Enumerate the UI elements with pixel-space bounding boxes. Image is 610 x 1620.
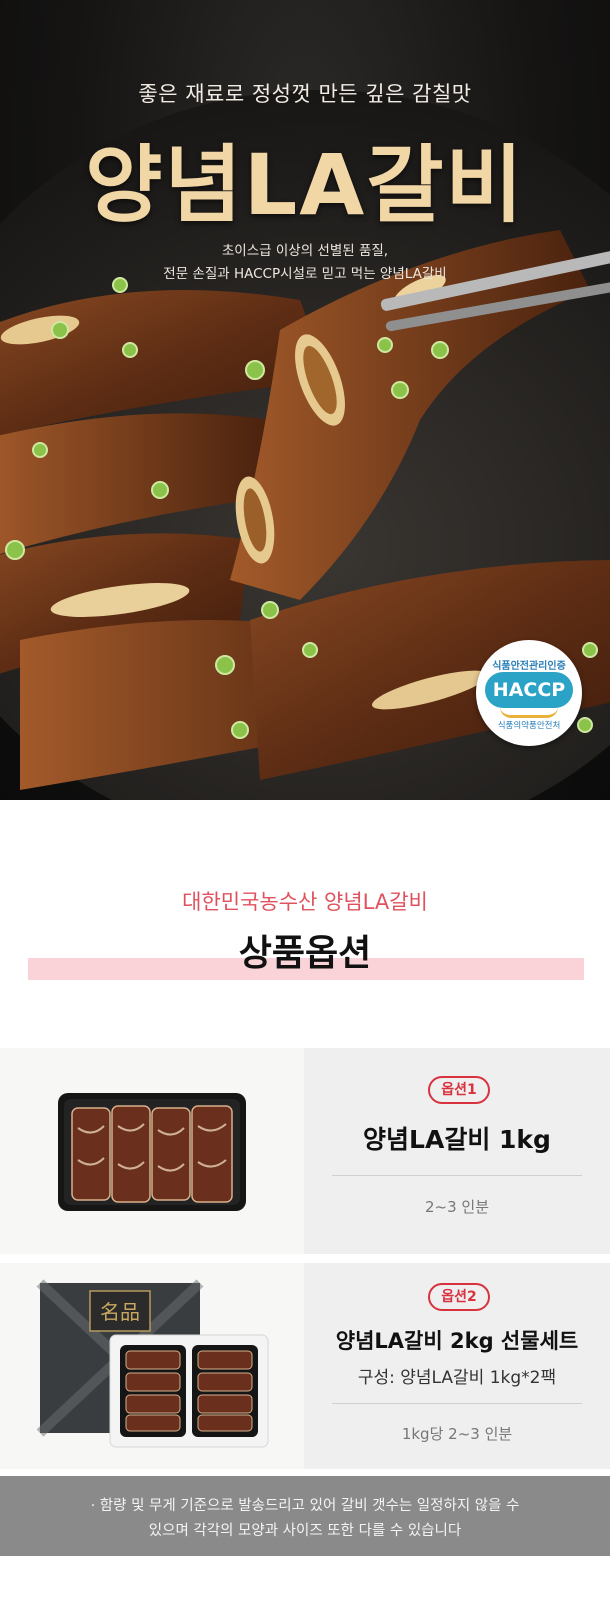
haccp-badge: 식품안전관리인증 HACCP 식품의약품안전처: [476, 640, 582, 746]
notice-line2: 있으며 각각의 모양과 사이즈 또한 다를 수 있습니다: [148, 1523, 462, 1539]
gift-set-image: 名品: [36, 1279, 269, 1448]
hero-desc-line2: 전문 손질과 HACCP시설로 믿고 먹는 양념LA갈비: [163, 266, 447, 282]
option-2-info: 옵션2 양념LA갈비 2kg 선물세트 구성: 양념LA갈비 1kg*2팩 1k…: [304, 1263, 610, 1469]
haccp-logo: HACCP: [485, 672, 573, 708]
option-2-composition: 구성: 양념LA갈비 1kg*2팩: [357, 1368, 557, 1388]
option-2-name: 양념LA갈비 2kg 선물세트: [335, 1329, 579, 1353]
option-2-divider: [332, 1403, 582, 1404]
option-card-1[interactable]: 옵션1 양념LA갈비 1kg 2~3 인분: [0, 1048, 610, 1254]
notice-line1: · 함량 및 무게 기준으로 발송드리고 있어 갈비 갯수는 일정하지 않을 수: [90, 1498, 520, 1514]
hero-banner: 좋은 재료로 정성껏 만든 깊은 감칠맛 양념LA갈비 초이스급 이상의 선별된…: [0, 0, 610, 800]
hero-subtitle: 좋은 재료로 정성껏 만든 깊은 감칠맛: [138, 82, 472, 106]
option-1-divider: [332, 1175, 582, 1176]
section-subtitle: 대한민국농수산 양념LA갈비: [182, 890, 428, 914]
notice-box: · 함량 및 무게 기준으로 발송드리고 있어 갈비 갯수는 일정하지 않을 수…: [0, 1476, 610, 1556]
gift-box-label: 名品: [100, 1300, 140, 1324]
option-1-photo: [0, 1048, 304, 1254]
option-card-2[interactable]: 名品 옵션2 양념LA갈비 2kg 선물세트 구성: 양념LA갈비 1kg*2팩…: [0, 1263, 610, 1469]
galbi-tray-image: [58, 1093, 246, 1211]
haccp-swoosh-icon: [500, 707, 558, 718]
option-1-name: 양념LA갈비 1kg: [363, 1125, 551, 1154]
option-1-serving: 2~3 인분: [424, 1198, 490, 1216]
haccp-badge-bottom: 식품의약품안전처: [497, 721, 561, 731]
hero-title: 양념LA갈비: [85, 136, 525, 234]
haccp-badge-top: 식품안전관리인증: [492, 661, 566, 672]
option-2-photo: 名品: [0, 1263, 304, 1469]
option-1-info: 옵션1 양념LA갈비 1kg 2~3 인분: [304, 1048, 610, 1254]
option-1-badge: 옵션1: [428, 1076, 490, 1104]
hero-description: 초이스급 이상의 선별된 품질, 전문 손질과 HACCP시설로 믿고 먹는 양…: [0, 240, 610, 286]
hero-desc-line1: 초이스급 이상의 선별된 품질,: [221, 243, 389, 259]
option-2-badge: 옵션2: [428, 1283, 490, 1311]
product-detail-page: 좋은 재료로 정성껏 만든 깊은 감칠맛 양념LA갈비 초이스급 이상의 선별된…: [0, 0, 610, 1620]
section-title: 상품옵션: [238, 933, 372, 974]
option-2-serving: 1kg당 2~3 인분: [401, 1425, 513, 1443]
